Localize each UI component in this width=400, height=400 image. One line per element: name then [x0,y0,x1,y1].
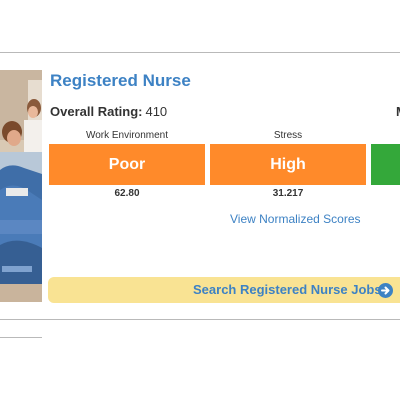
job-title[interactable]: Registered Nurse [50,71,191,91]
metric-stress: Stress High 31.217 [210,129,366,200]
circle-arrow-right-icon [378,283,393,298]
metric-rating-bar-clipped [371,144,400,185]
overall-rating: Overall Rating: 410 [50,104,167,119]
nurse-photo [0,70,42,302]
overall-rating-label: Overall Rating: [50,104,143,119]
nurse-photo-image [0,70,42,302]
overall-rating-value: 410 [145,104,168,119]
search-jobs-label: Search Registered Nurse Jobs [193,282,382,297]
metric-rating-bar: Poor [49,144,205,185]
metric-score: 62.80 [114,188,140,199]
metric-work-environment: Work Environment Poor 62.80 [49,129,205,200]
career-card: Registered Nurse Overall Rating:410 M Wo… [0,52,400,320]
clipped-rating-label: M [396,104,400,119]
metric-label: Stress [273,130,303,141]
metric-rating-bar: High [210,144,366,185]
view-normalized-scores-link[interactable]: View Normalized Scores [230,212,361,226]
divider [0,337,42,338]
metric-score: 31.217 [272,188,304,199]
search-jobs-button[interactable]: Search Registered Nurse Jobs [48,277,400,303]
metric-label: Work Environment [85,130,169,141]
page: Registered Nurse Overall Rating:410 M Wo… [0,0,400,400]
